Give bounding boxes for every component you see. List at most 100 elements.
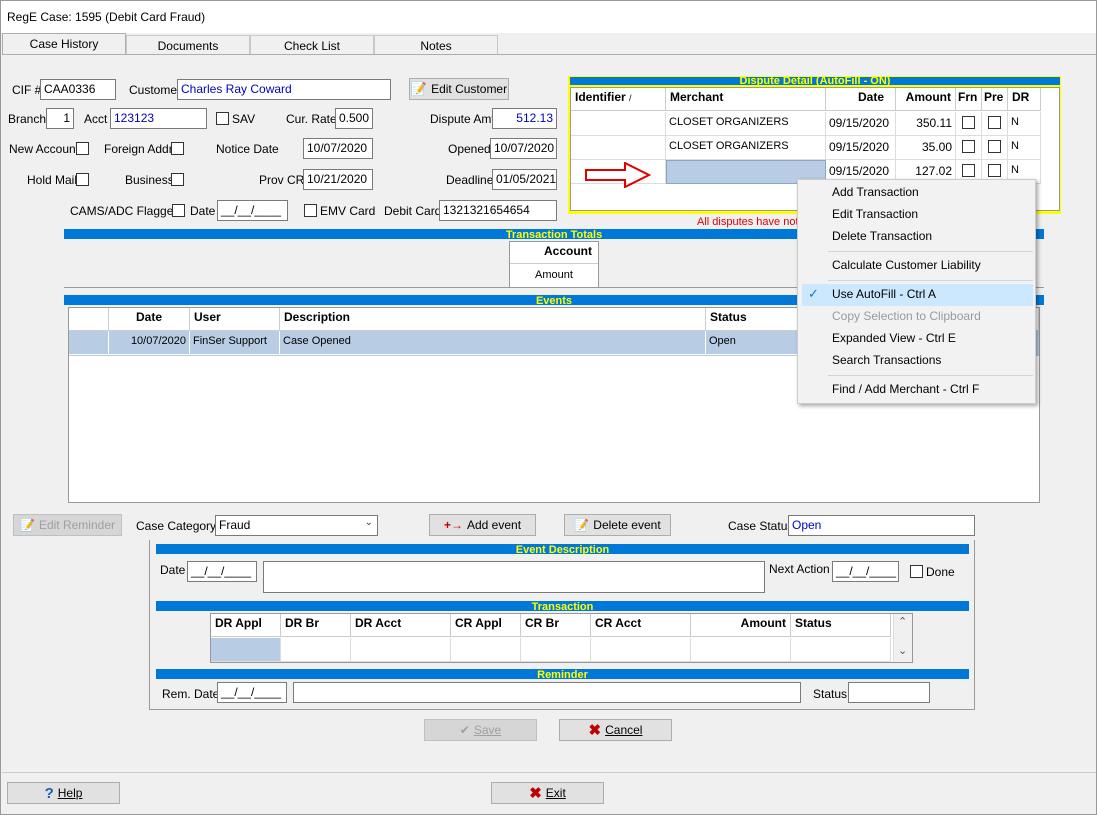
scroll-up-icon[interactable]: ⌃	[898, 615, 907, 628]
events-row-user[interactable]: FinSer Support	[190, 331, 280, 355]
trans-cell-cr-br[interactable]	[521, 638, 591, 662]
event-description-field[interactable]	[263, 561, 765, 593]
menu-find-merchant[interactable]: Find / Add Merchant - Ctrl F	[832, 382, 979, 396]
events-row-description[interactable]: Case Opened	[280, 331, 706, 355]
trans-cell-cr-acct[interactable]	[591, 638, 691, 662]
row2-pre[interactable]	[982, 136, 1008, 160]
menu-expanded-view[interactable]: Expanded View - Ctrl E	[832, 331, 956, 345]
cif-field[interactable]: CAA0336	[40, 79, 116, 100]
menu-calculate-liability[interactable]: Calculate Customer Liability	[832, 258, 981, 272]
col-amount[interactable]: Amount	[896, 88, 956, 111]
edit-customer-button[interactable]: 📝 Edit Customer	[409, 78, 509, 100]
customer-field[interactable]: Charles Ray Coward	[177, 79, 391, 100]
reminder-status-field[interactable]	[848, 682, 930, 703]
foreign-addr-checkbox[interactable]	[171, 142, 184, 155]
trans-scrollbar[interactable]: ⌃ ⌄	[893, 614, 912, 662]
acct-field[interactable]: 123123	[110, 108, 207, 129]
row1-amount[interactable]: 350.11	[896, 112, 956, 136]
trans-cell-amount[interactable]	[691, 638, 791, 662]
row1-merchant[interactable]: CLOSET ORGANIZERS	[666, 112, 826, 136]
rem-date-field[interactable]: __/__/____	[217, 682, 287, 703]
case-category-select[interactable]: Fraud ⌄	[215, 515, 378, 536]
reminder-text-field[interactable]	[293, 682, 801, 703]
sav-checkbox[interactable]	[216, 112, 229, 125]
col-date[interactable]: Date	[826, 88, 896, 111]
edit-reminder-button[interactable]: 📝 Edit Reminder	[13, 514, 122, 536]
row1-identifier[interactable]	[571, 112, 666, 136]
row1-dr[interactable]: N	[1008, 112, 1041, 136]
trans-col-cr-appl[interactable]: CR Appl	[451, 614, 521, 637]
trans-col-cr-acct[interactable]: CR Acct	[591, 614, 691, 637]
prov-cr-field[interactable]: 10/21/2020	[303, 169, 373, 190]
deadline-field[interactable]: 01/05/2021	[492, 169, 557, 190]
col-merchant[interactable]: Merchant	[666, 88, 826, 111]
trans-cell-dr-appl[interactable]	[211, 638, 281, 662]
notice-date-field[interactable]: 10/07/2020	[303, 138, 373, 159]
events-row-status[interactable]: Open	[706, 331, 806, 355]
case-status-field[interactable]: Open	[788, 515, 975, 536]
trans-cell-dr-acct[interactable]	[351, 638, 451, 662]
row2-frn[interactable]	[956, 136, 982, 160]
col-pre[interactable]: Pre	[982, 88, 1008, 111]
row3-frn-checkbox[interactable]	[962, 164, 975, 177]
trans-col-dr-br[interactable]: DR Br	[281, 614, 351, 637]
cur-rate-field[interactable]: 0.500	[335, 108, 373, 129]
event-date-field[interactable]: __/__/____	[187, 561, 257, 582]
trans-col-amount[interactable]: Amount	[691, 614, 791, 637]
row1-frn[interactable]	[956, 112, 982, 136]
next-action-field[interactable]: __/__/____	[832, 561, 899, 582]
events-col-date[interactable]: Date	[109, 308, 190, 331]
business-checkbox[interactable]	[171, 173, 184, 186]
opened-field[interactable]: 10/07/2020	[490, 138, 557, 159]
row3-pre-checkbox[interactable]	[988, 164, 1001, 177]
menu-use-autofill[interactable]: Use AutoFill - Ctrl A	[832, 287, 936, 301]
col-frn[interactable]: Frn	[956, 88, 982, 111]
row2-amount[interactable]: 35.00	[896, 136, 956, 160]
delete-event-button[interactable]: 📝 Delete event	[564, 514, 671, 536]
row1-pre-checkbox[interactable]	[988, 116, 1001, 129]
trans-cell-status[interactable]	[791, 638, 891, 662]
chevron-down-icon[interactable]: ⌄	[365, 517, 373, 528]
emv-checkbox[interactable]	[304, 204, 317, 217]
events-col-description[interactable]: Description	[280, 308, 706, 331]
menu-add-transaction[interactable]: Add Transaction	[832, 185, 919, 199]
branch-field[interactable]: 1	[46, 108, 74, 129]
trans-cell-dr-br[interactable]	[281, 638, 351, 662]
row1-date[interactable]: 09/15/2020	[826, 112, 896, 136]
dispute-amt-field[interactable]: 512.13	[492, 108, 557, 129]
menu-delete-transaction[interactable]: Delete Transaction	[832, 229, 932, 243]
trans-cell-cr-appl[interactable]	[451, 638, 521, 662]
col-identifier[interactable]: Identifier /	[571, 88, 666, 111]
add-event-button[interactable]: +→ Add event	[429, 514, 536, 536]
trans-col-status[interactable]: Status	[791, 614, 891, 637]
tab-documents[interactable]: Documents	[126, 35, 250, 55]
cams-checkbox[interactable]	[172, 204, 185, 217]
save-button[interactable]: ✔ Save	[424, 719, 537, 741]
new-account-checkbox[interactable]	[76, 142, 89, 155]
row1-pre[interactable]	[982, 112, 1008, 136]
row2-date[interactable]: 09/15/2020	[826, 136, 896, 160]
row2-dr[interactable]: N	[1008, 136, 1041, 160]
trans-col-dr-appl[interactable]: DR Appl	[211, 614, 281, 637]
debit-card-field[interactable]: 1321321654654	[439, 200, 557, 221]
cancel-button[interactable]: ✖ Cancel	[559, 719, 672, 741]
tab-notes[interactable]: Notes	[374, 35, 498, 55]
scroll-down-icon[interactable]: ⌄	[898, 644, 907, 657]
events-col-user[interactable]: User	[190, 308, 280, 331]
menu-edit-transaction[interactable]: Edit Transaction	[832, 207, 918, 221]
menu-copy-selection[interactable]: Copy Selection to Clipboard	[832, 309, 981, 323]
tab-case-history[interactable]: Case History	[2, 33, 126, 55]
row1-frn-checkbox[interactable]	[962, 116, 975, 129]
hold-mail-checkbox[interactable]	[76, 173, 89, 186]
done-checkbox[interactable]	[910, 565, 923, 578]
help-button[interactable]: ? Help	[7, 782, 120, 804]
row2-pre-checkbox[interactable]	[988, 140, 1001, 153]
tab-check-list[interactable]: Check List	[250, 35, 374, 55]
exit-button[interactable]: ✖ Exit	[491, 782, 604, 804]
trans-col-cr-br[interactable]: CR Br	[521, 614, 591, 637]
row2-merchant[interactable]: CLOSET ORGANIZERS	[666, 136, 826, 160]
row2-identifier[interactable]	[571, 136, 666, 160]
cams-date-field[interactable]: __/__/____	[217, 200, 288, 221]
events-row-date[interactable]: 10/07/2020	[109, 331, 190, 355]
col-dr[interactable]: DR	[1008, 88, 1041, 111]
